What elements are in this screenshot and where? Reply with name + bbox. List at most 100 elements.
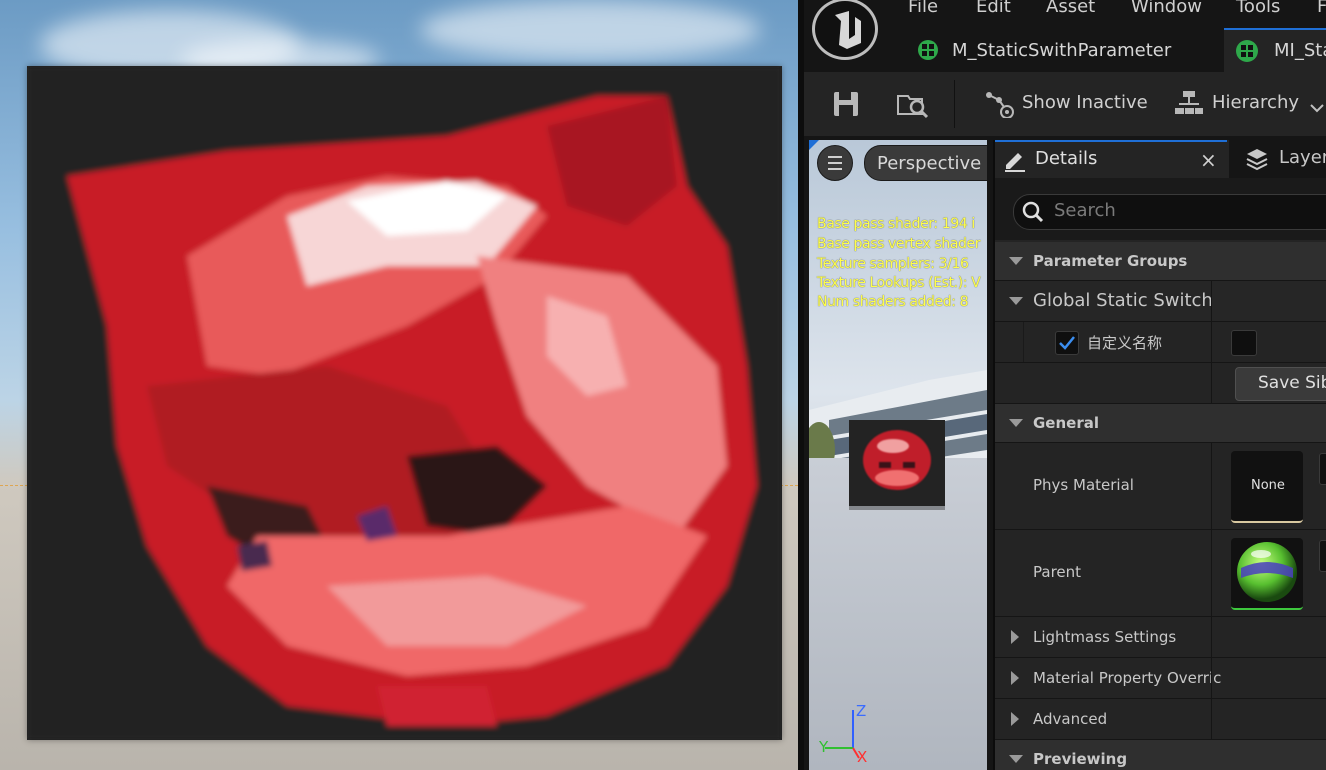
main-viewport[interactable] <box>0 0 798 770</box>
axis-y-label: Y <box>819 738 829 756</box>
column-divider <box>1211 530 1212 616</box>
stat-line: Base pass shader: 194 i <box>817 216 975 232</box>
section-label: Parameter Groups <box>1033 252 1188 270</box>
tab-material-instance-label: MI_Sta <box>1274 40 1326 61</box>
custom-name-checkbox[interactable] <box>1055 331 1079 355</box>
menu-edit[interactable]: Edit <box>976 0 1011 17</box>
save-icon[interactable] <box>832 90 860 122</box>
stat-line: Texture Lookups (Est.): V <box>817 275 981 291</box>
search-input[interactable]: Search <box>1013 194 1326 230</box>
section-label: General <box>1033 414 1099 432</box>
save-sibling-button[interactable]: Save Sib <box>1235 367 1326 401</box>
column-divider <box>1211 658 1212 698</box>
perspective-label: Perspective <box>877 153 982 174</box>
column-divider <box>1211 363 1212 403</box>
column-divider <box>1211 617 1212 657</box>
column-divider <box>1211 281 1212 321</box>
tab-material-label: M_StaticSwithParameter <box>952 40 1172 61</box>
toolbar-divider <box>954 80 955 128</box>
close-tab-button[interactable]: × <box>1200 148 1217 172</box>
section-parameter-groups[interactable]: Parameter Groups <box>995 242 1326 281</box>
material-tab-icon <box>918 40 938 60</box>
hierarchy-icon <box>1174 90 1204 122</box>
column-divider <box>1211 699 1212 739</box>
phys-material-value: None <box>1251 478 1285 493</box>
preview-plane <box>27 66 782 740</box>
cube-shadow <box>849 506 945 510</box>
cloud <box>420 0 760 60</box>
show-inactive-button[interactable]: Show Inactive <box>984 86 1154 122</box>
section-label: Advanced <box>1033 710 1108 728</box>
group-label: Global Static Switch <box>1033 290 1213 311</box>
tab-layers[interactable]: Layer <box>1229 140 1326 178</box>
stat-line: Num shaders added: 8 <box>817 294 969 310</box>
param-row-phys-material: Phys Material None <box>995 443 1326 530</box>
menu-more[interactable]: F <box>1317 0 1326 17</box>
tab-material[interactable]: M_StaticSwithParameter <box>900 28 1218 72</box>
collapse-arrow-icon <box>1009 419 1023 427</box>
indent-line <box>1023 322 1024 362</box>
section-general[interactable]: General <box>995 404 1326 443</box>
search-bar-area: Search <box>995 178 1326 240</box>
show-inactive-icon <box>984 90 1014 122</box>
axis-z-label: Z <box>856 702 867 720</box>
parent-label: Parent <box>1033 563 1082 581</box>
hierarchy-label: Hierarchy <box>1212 92 1300 113</box>
perspective-button[interactable]: Perspective <box>864 145 987 181</box>
column-divider <box>1211 322 1212 362</box>
section-previewing[interactable]: Previewing <box>995 740 1326 770</box>
expand-arrow-icon <box>1011 712 1019 726</box>
section-advanced[interactable]: Advanced <box>995 699 1326 740</box>
axis-gizmo-icon <box>825 710 860 759</box>
browse-asset-icon[interactable] <box>896 88 930 124</box>
pixel-art-face-icon <box>27 66 782 740</box>
section-label: Lightmass Settings <box>1033 628 1177 646</box>
column-divider <box>1211 443 1212 529</box>
section-label: Material Property Overric <box>1033 669 1222 687</box>
section-label: Previewing <box>1033 750 1128 768</box>
expand-arrow-icon <box>1011 630 1019 644</box>
viewport-options-button[interactable] <box>817 145 853 181</box>
menu-asset[interactable]: Asset <box>1046 0 1095 17</box>
preview-cube <box>849 420 945 506</box>
collapse-arrow-icon <box>1009 257 1023 265</box>
tab-material-instance[interactable]: MI_Sta <box>1224 28 1326 72</box>
param-row-parent: Parent <box>995 530 1326 617</box>
custom-name-label: 自定义名称 <box>1087 334 1163 352</box>
group-global-static-switch[interactable]: Global Static Switch <box>995 281 1326 322</box>
collapse-arrow-icon <box>1009 755 1023 763</box>
unreal-logo-icon[interactable] <box>812 0 878 60</box>
tab-details-label: Details <box>1035 148 1098 169</box>
save-sibling-label: Save Sib <box>1258 373 1326 393</box>
show-inactive-label: Show Inactive <box>1022 92 1148 113</box>
menu-window[interactable]: Window <box>1131 0 1202 17</box>
search-placeholder: Search <box>1054 200 1116 221</box>
details-panel: Details × Layer Search Parameter Groups … <box>993 140 1326 770</box>
param-row-custom-name: 自定义名称 <box>995 322 1326 363</box>
phys-material-thumbnail[interactable]: None <box>1231 451 1303 523</box>
layers-icon <box>1245 147 1269 175</box>
menu-file[interactable]: File <box>908 0 938 17</box>
axis-x-label: X <box>857 748 868 766</box>
asset-picker-dropdown[interactable] <box>1319 540 1326 572</box>
tab-details[interactable]: Details × <box>995 140 1227 178</box>
stat-line: Texture samplers: 3/16 <box>817 256 969 272</box>
expand-arrow-icon <box>1011 671 1019 685</box>
switch-value-checkbox[interactable] <box>1231 330 1257 356</box>
phys-material-label: Phys Material <box>1033 476 1134 494</box>
toolbar: Show Inactive Hierarchy <box>804 72 1326 136</box>
parent-material-thumbnail[interactable] <box>1231 538 1303 610</box>
edit-pencil-icon <box>1003 148 1027 176</box>
material-sphere-icon <box>1237 542 1297 602</box>
material-instance-tab-icon <box>1236 40 1258 62</box>
save-row: Save Sib <box>995 363 1326 404</box>
section-material-property-overrides[interactable]: Material Property Overric <box>995 658 1326 699</box>
chevron-down-icon <box>1310 98 1324 117</box>
collapse-arrow-icon <box>1009 297 1023 305</box>
hierarchy-button[interactable]: Hierarchy <box>1174 86 1326 122</box>
preview-viewport[interactable]: Perspective Base pass shader: 194 i Base… <box>809 140 987 770</box>
search-icon <box>1022 201 1044 227</box>
section-lightmass-settings[interactable]: Lightmass Settings <box>995 617 1326 658</box>
asset-picker-dropdown[interactable] <box>1319 453 1326 485</box>
menu-tools[interactable]: Tools <box>1236 0 1280 17</box>
